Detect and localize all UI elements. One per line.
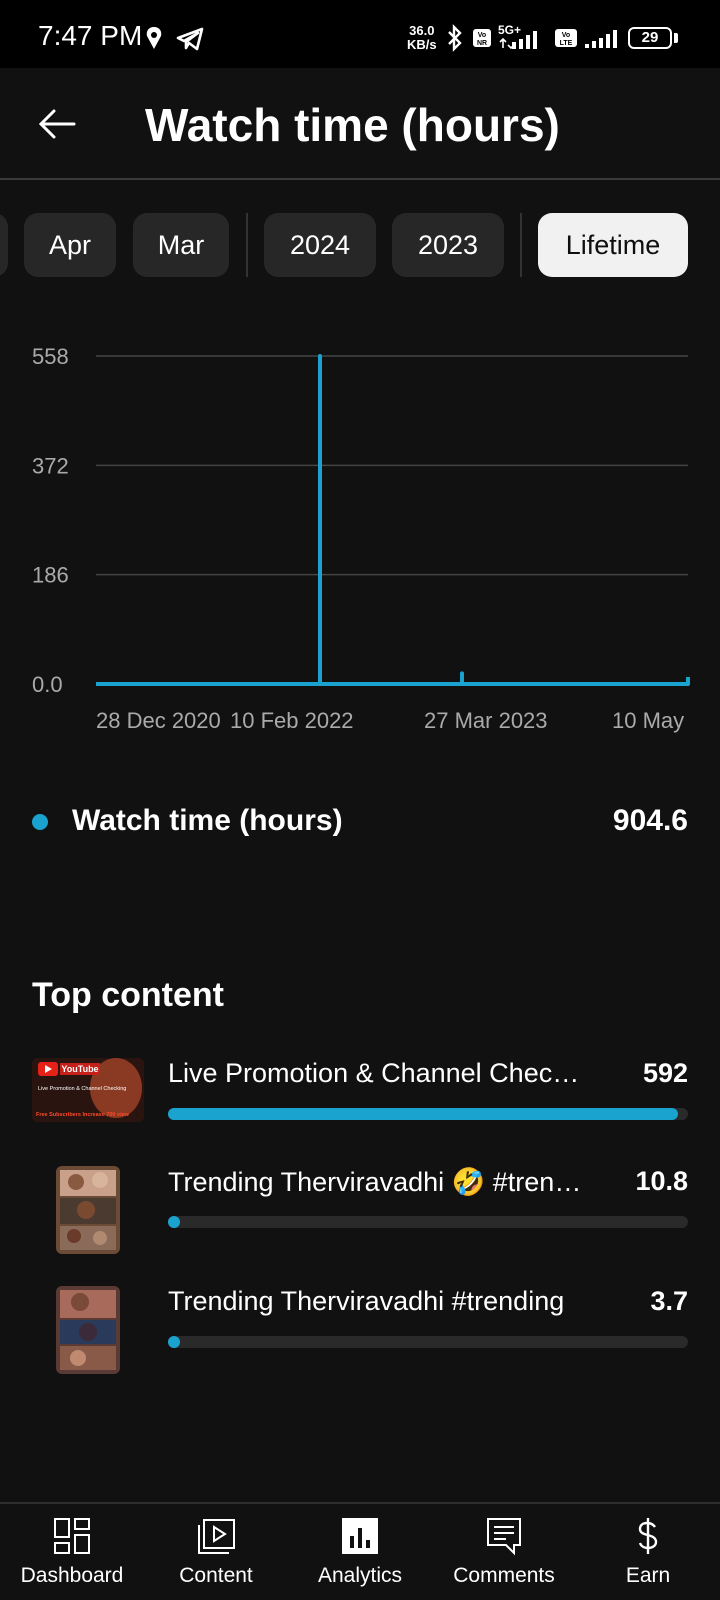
- y-tick-label: 186: [32, 563, 69, 588]
- volte-icon: Vo NR: [473, 29, 491, 47]
- nav-label: Comments: [453, 1564, 555, 1587]
- video-thumbnail: [56, 1286, 120, 1374]
- thumbnail-image: YouTube Live Promotion & Channel Checkin…: [32, 1058, 144, 1122]
- chip-partial[interactable]: [0, 213, 8, 277]
- svg-text:Vo: Vo: [562, 32, 570, 39]
- legend-dot: [32, 814, 48, 830]
- chip-lifetime[interactable]: Lifetime: [538, 213, 688, 277]
- metric-label: Watch time (hours): [72, 804, 343, 837]
- period-filter-chips: Apr Mar 2024 2023 Lifetime: [0, 213, 720, 277]
- series-line: [96, 354, 690, 686]
- thumb-caption: Live Promotion & Channel Checking: [38, 1086, 126, 1092]
- nav-content[interactable]: Content: [144, 1504, 288, 1600]
- thumb-footer: Free Subscribers Increase 700 view: [36, 1112, 130, 1118]
- back-arrow-icon[interactable]: [30, 96, 86, 152]
- y-tick-label: 558: [32, 344, 69, 369]
- svg-text:NR: NR: [477, 40, 487, 47]
- nav-label: Analytics: [317, 1564, 403, 1587]
- nav-label: Dashboard: [20, 1564, 124, 1587]
- signal-icon: [499, 31, 537, 50]
- battery-tip: [674, 33, 678, 43]
- battery-level: 29: [641, 29, 659, 46]
- dashboard-icon: [54, 1518, 90, 1554]
- thumbnail-image: [56, 1286, 120, 1374]
- video-value: 592: [642, 1058, 688, 1088]
- nav-dashboard[interactable]: Dashboard: [0, 1504, 144, 1600]
- speed-unit: KB/s: [407, 37, 437, 52]
- volte-lte-icon: Vo LTE: [555, 29, 577, 47]
- video-value: 3.7: [650, 1286, 688, 1316]
- comments-icon: [487, 1518, 521, 1556]
- list-item[interactable]: Trending Therviravadhi #trending 3.7: [0, 1286, 720, 1386]
- bottom-navigation: Dashboard Content Analytics Comments Ear…: [0, 1502, 720, 1600]
- battery-icon: 29: [628, 27, 672, 49]
- signal-icon-2: [585, 30, 617, 48]
- svg-text:Vo: Vo: [478, 32, 486, 39]
- x-tick-label: 10 Feb 2022: [230, 708, 354, 733]
- bluetooth-icon: [448, 24, 462, 52]
- watch-time-chart: 558 372 186 0.0 28 Dec 2020 10 Feb 2022 27 Mar…: [0, 330, 720, 750]
- page-title: Watch time (hours): [145, 99, 560, 151]
- analytics-icon: [342, 1518, 378, 1554]
- video-title: Trending Therviravadhi #trending: [168, 1286, 565, 1316]
- video-value: 10.8: [635, 1166, 688, 1196]
- progress-track: [168, 1108, 688, 1120]
- nav-label: Content: [179, 1564, 253, 1587]
- video-title: Live Promotion & Channel Checking: [168, 1058, 588, 1088]
- x-tick-label: 10 May: [612, 708, 684, 733]
- progress-fill: [168, 1336, 180, 1348]
- nav-comments[interactable]: Comments: [432, 1504, 576, 1600]
- x-tick-label: 27 Mar 2023: [424, 708, 548, 733]
- status-time: 7:47 PM: [38, 20, 143, 51]
- telegram-icon: [176, 27, 204, 51]
- progress-fill: [168, 1216, 180, 1228]
- network-speed: 36.0 KB/s: [407, 24, 437, 52]
- y-tick-label: 0.0: [32, 672, 63, 697]
- section-title-top-content: Top content: [32, 976, 224, 1014]
- nav-earn[interactable]: Earn: [576, 1504, 720, 1600]
- progress-track: [168, 1216, 688, 1228]
- list-item[interactable]: YouTube Live Promotion & Channel Checkin…: [0, 1058, 720, 1158]
- speed-value: 36.0: [409, 23, 435, 38]
- chip-2023[interactable]: 2023: [392, 213, 504, 277]
- location-icon: [146, 27, 162, 49]
- thumbnail-image: [56, 1166, 120, 1254]
- chip-mar[interactable]: Mar: [133, 213, 229, 277]
- nav-label: Earn: [625, 1564, 671, 1587]
- chip-apr[interactable]: Apr: [24, 213, 116, 277]
- chip-divider-2: [520, 213, 522, 277]
- status-bar: 7:47 PM 36.0 KB/s Vo NR 5G+ Vo LTE 29: [0, 0, 720, 68]
- chart-svg: 558 372 186 0.0 28 Dec 2020 10 Feb 2022 27 Mar…: [32, 344, 690, 733]
- video-thumbnail: [56, 1166, 120, 1254]
- thumb-brand: YouTube: [61, 1064, 98, 1074]
- list-item[interactable]: Trending Therviravadhi 🤣 #trending 10.8: [0, 1166, 720, 1266]
- svg-text:LTE: LTE: [560, 40, 573, 47]
- content-icon: [198, 1519, 235, 1554]
- progress-fill: [168, 1108, 678, 1120]
- video-title: Trending Therviravadhi 🤣 #trending: [168, 1167, 588, 1197]
- chip-divider: [246, 213, 248, 277]
- metric-total: 904.6: [612, 804, 688, 837]
- nav-analytics[interactable]: Analytics: [288, 1504, 432, 1600]
- progress-track: [168, 1336, 688, 1348]
- video-thumbnail: YouTube Live Promotion & Channel Checkin…: [32, 1058, 144, 1122]
- y-tick-label: 372: [32, 453, 69, 478]
- earn-icon: [638, 1518, 658, 1554]
- app-header: Watch time (hours): [0, 68, 720, 180]
- metric-summary: Watch time (hours) 904.6: [0, 800, 720, 844]
- x-tick-label: 28 Dec 2020: [96, 708, 221, 733]
- chip-2024[interactable]: 2024: [264, 213, 376, 277]
